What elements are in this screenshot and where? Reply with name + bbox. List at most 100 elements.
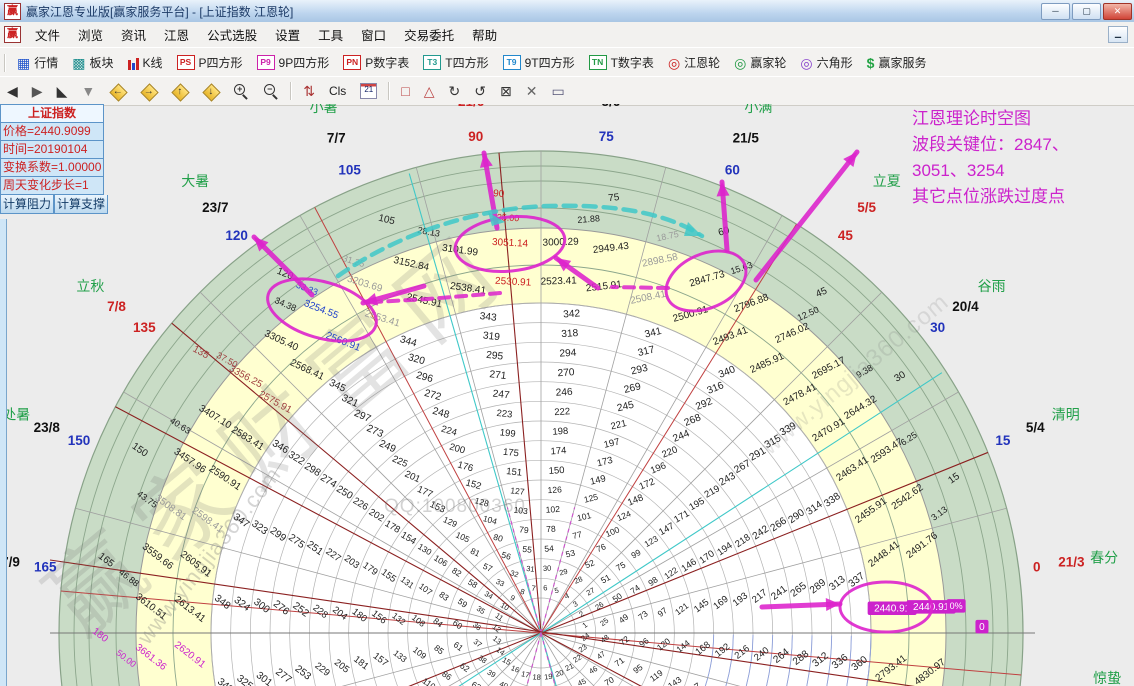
tool-button-updown[interactable]: ⇅ [296, 81, 322, 101]
calendar-icon: 21 [360, 83, 377, 99]
main-toolbar: ▦ 行情 ▩板块K线PSP四方形P99P四方形PNP数字表T3T四方形T99T四方形… [0, 47, 1134, 78]
tool-button-square[interactable]: □ [394, 81, 416, 101]
candle-bar [136, 58, 139, 70]
spiral-number: 55 [522, 544, 533, 555]
solar-term-label: 立秋 [76, 278, 104, 294]
toolbar-button-9T四方形[interactable]: T99T四方形 [496, 51, 582, 74]
badge-icon: PS [177, 55, 195, 70]
gann-annotation-text: 江恩理论时空图波段关键位：2847、3051、3254其它点位涨跌过度点 [912, 106, 1069, 210]
toolbar-button-板块[interactable]: ▩板块 [65, 51, 120, 74]
menu-item-文件[interactable]: 文件 [26, 22, 69, 47]
close-button[interactable]: ✕ [1103, 3, 1132, 20]
tool-button-triangle[interactable]: △ [417, 81, 442, 101]
toolbar-button-P四方形[interactable]: PSP四方形 [170, 51, 250, 74]
badge-icon: PN [343, 55, 361, 70]
tool-button-zoom-in[interactable]: + [226, 80, 256, 102]
menu-item-窗口[interactable]: 窗口 [352, 22, 395, 47]
toolbar-button-label: 行情 [34, 54, 58, 71]
toolbar-separator [4, 54, 6, 72]
tool-button-tool-Cls[interactable]: Cls [322, 81, 353, 101]
toolbar-button-label: 9T四方形 [525, 54, 575, 71]
toolbar-button-K线[interactable]: K线 [121, 51, 170, 74]
minimize-button[interactable]: ─ [1041, 3, 1070, 20]
spiral-number: 30 [543, 564, 552, 574]
outer-degree-label: 165 [34, 559, 57, 574]
menu-item-设置[interactable]: 设置 [266, 22, 309, 47]
annotation-line: 江恩理论时空图 [912, 106, 1069, 132]
tool-button-diamond-down[interactable]: ↓ [195, 80, 226, 103]
spiral-number: 342 [563, 308, 581, 320]
menu-item-资讯[interactable]: 资讯 [112, 22, 155, 47]
toolbar-button-江恩轮[interactable]: ◎江恩轮 [661, 51, 727, 74]
diamond-arrow-glyph: ← [109, 84, 126, 99]
menu-bar: 赢 文件浏览资讯江恩公式选股设置工具窗口交易委托帮助 ▁ [0, 22, 1134, 48]
tool-button-xdots[interactable]: ✕ [519, 81, 545, 101]
watermark-qq: QQ:100800360 [384, 496, 526, 517]
spiral-number: 318 [561, 328, 579, 340]
tool-button-tri-right[interactable]: ▶ [25, 81, 50, 101]
tri-left-icon: ◀ [7, 84, 18, 98]
outer-degree-label: 15 [995, 433, 1011, 448]
annotation-line: 其它点位涨跌过度点 [912, 184, 1069, 210]
toolbar-button-T数字表[interactable]: TNT数字表 [582, 51, 661, 74]
tool-button-rotate-ccw[interactable]: ↺ [467, 81, 493, 101]
tool-button-diamond-up[interactable]: ↑ [164, 80, 195, 103]
tool-button-zoom-out[interactable]: − [256, 80, 286, 102]
outer-degree-label: 0 [1033, 559, 1041, 574]
window-controls: ─ ▢ ✕ [1041, 3, 1132, 20]
diamond-arrow-glyph: ↓ [202, 84, 219, 99]
menu-item-江恩[interactable]: 江恩 [155, 22, 198, 47]
tool-button-tri-left[interactable]: ◀ [0, 81, 25, 101]
tool-button-diamond-left[interactable]: ← [102, 80, 133, 103]
toolbar-button-9P四方形[interactable]: P99P四方形 [250, 51, 337, 74]
solar-term-label: 小暑 [310, 104, 338, 115]
diamond-arrow-icon-down: ↓ [202, 83, 219, 100]
square-icon: □ [401, 84, 409, 98]
outer-degree-label: 90 [468, 129, 483, 144]
toolbar-button-赢家服务[interactable]: $赢家服务 [860, 51, 934, 74]
toolbar-separator [290, 82, 292, 100]
toolbar-button-T四方形[interactable]: T3T四方形 [416, 51, 495, 74]
menu-item-交易委托[interactable]: 交易委托 [395, 22, 463, 47]
tool-button-rotate-cw[interactable]: ↻ [442, 81, 468, 101]
toolbar-button-赢家轮[interactable]: ◎赢家轮 [727, 51, 793, 74]
diamond-arrow-glyph: → [140, 84, 157, 99]
tool-button-xbox[interactable]: ⊠ [493, 81, 519, 101]
tool-button-tri-down[interactable]: ▼ [74, 81, 102, 101]
parameter-row: 变换系数=1.00000 [0, 159, 104, 177]
child-minimize-button[interactable]: ▁ [1108, 26, 1128, 43]
drawing-toolbar: ◀ ▶◣ ▼ ← → ↑ ↓ +−⇅ Cls 21 □ △↻ ↺ ⊠✕▭ [0, 76, 1134, 106]
toolbar-button-行情[interactable]: ▦ 行情 [10, 51, 65, 74]
maximize-button[interactable]: ▢ [1072, 3, 1101, 20]
toolbar-separator [388, 82, 390, 100]
quote-grid-icon: ▦ [17, 56, 30, 70]
tool-button-label: Cls [329, 84, 346, 98]
button-计算阻力[interactable]: 计算阻力 [0, 195, 54, 214]
date-label: 21/6 [458, 104, 485, 109]
spiral-number: 246 [555, 387, 573, 399]
tool-button-diamond-right[interactable]: → [133, 80, 164, 103]
menu-item-公式选股[interactable]: 公式选股 [198, 22, 266, 47]
rotate-ccw-icon: ↺ [474, 84, 486, 98]
toolbar-button-六角形[interactable]: ◎六角形 [793, 51, 859, 74]
percent-label: 21.88 [577, 213, 600, 225]
tri-down-icon: ▼ [81, 84, 95, 98]
spiral-number: 18 [532, 672, 541, 682]
toolbar-button-P数字表[interactable]: PNP数字表 [336, 51, 416, 74]
calc-buttons: 计算阻力计算支撑 [0, 195, 104, 214]
spiral-number: 126 [547, 484, 562, 495]
toolbar-button-label: 赢家服务 [878, 54, 926, 71]
menu-item-工具[interactable]: 工具 [309, 22, 352, 47]
button-计算支撑[interactable]: 计算支撑 [54, 195, 108, 214]
menu-item-浏览[interactable]: 浏览 [69, 22, 112, 47]
date-label: 23/8 [34, 420, 61, 435]
spiral-number: 222 [554, 406, 571, 418]
date-label: 5/6 [601, 104, 620, 109]
dollar-icon: $ [867, 56, 875, 70]
tool-button-tri-upleft[interactable]: ◣ [50, 81, 75, 101]
tool-button-calendar[interactable]: 21 [353, 80, 384, 102]
menu-item-帮助[interactable]: 帮助 [463, 22, 506, 47]
zoom-in-icon: + [233, 83, 249, 99]
tool-button-monitor[interactable]: ▭ [544, 81, 571, 101]
index-parameter-panel: 上证指数 价格=2440.9099时间=20190104变换系数=1.00000… [0, 104, 104, 214]
